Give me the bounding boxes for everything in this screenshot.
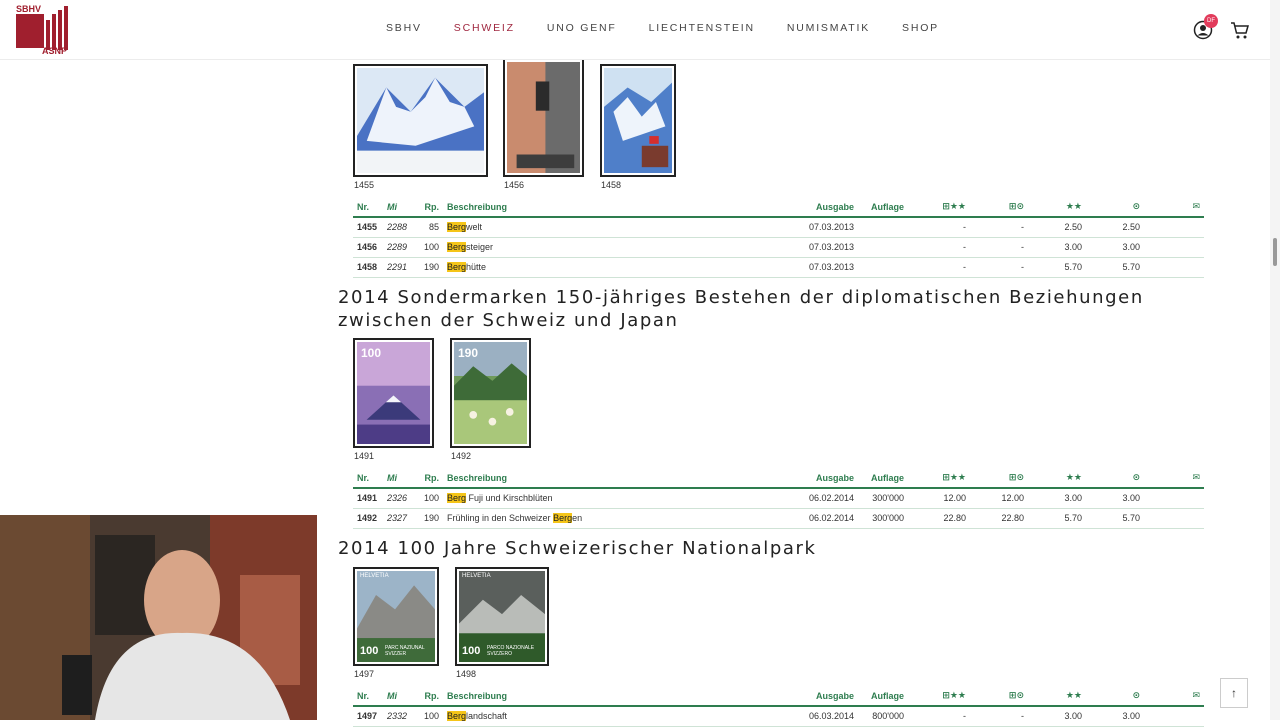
col-auflage: Auflage: [858, 197, 908, 218]
col-used-icon: ⊙: [1086, 468, 1144, 489]
col-mail-icon: ✉: [1144, 468, 1204, 489]
cart-icon[interactable]: [1230, 20, 1250, 40]
col-block-used-icon: ⊞⊙: [970, 468, 1028, 489]
stamp-value: 100: [360, 645, 379, 657]
col-used-icon: ⊙: [1086, 686, 1144, 707]
row-description: Bergwelt: [443, 217, 798, 238]
top-navigation-bar: SBHV ASNP SBHV SCHWEIZ UNO GENF LIECHTEN…: [0, 0, 1270, 60]
col-ausgabe: Ausgabe: [798, 197, 858, 218]
stamp-label: HELVETIA: [462, 573, 491, 579]
scroll-to-top-button[interactable]: ↑: [1220, 678, 1248, 708]
catalog-table: Nr. Mi Rp. Beschreibung Ausgabe Auflage …: [353, 197, 1204, 278]
catalog-table: Nr. Mi Rp. Beschreibung Ausgabe Auflage …: [353, 686, 1204, 727]
row-description: Berghütte: [443, 257, 798, 278]
scrollbar-thumb[interactable]: [1273, 238, 1277, 266]
col-block-used-icon: ⊞⊙: [970, 686, 1028, 707]
col-mint-icon: ★★: [1028, 686, 1086, 707]
table-row: 1491 2326 100 Berg Fuji und Kirschblüten…: [353, 488, 1204, 509]
stamp-1455[interactable]: [353, 64, 488, 177]
stamp-number: 1497: [354, 669, 375, 679]
stamp-label: HELVETIA: [360, 573, 389, 579]
nav-shop[interactable]: SHOP: [886, 22, 955, 34]
stamp-number: 1492: [451, 451, 472, 461]
catalog-table: Nr. Mi Rp. Beschreibung Ausgabe Auflage …: [353, 468, 1204, 529]
stamp-value: 100: [462, 645, 481, 657]
col-nr: Nr.: [353, 197, 383, 218]
table-row: 1456 2289 100 Bergsteiger 07.03.2013 - -…: [353, 237, 1204, 258]
stamp-1492[interactable]: 190: [450, 338, 531, 448]
stamp-number: 1455: [354, 180, 375, 190]
row-description: Frühling in den Schweizer Bergen: [443, 508, 798, 529]
nav-sbhv[interactable]: SBHV: [370, 22, 438, 34]
page-scrollbar[interactable]: [1270, 0, 1280, 720]
col-block-mint-icon: ⊞★★: [908, 468, 970, 489]
stamp-caption: PARCO NAZIONALE SVIZZERO: [487, 645, 535, 657]
col-mail-icon: ✉: [1144, 197, 1204, 218]
nav-liechtenstein[interactable]: LIECHTENSTEIN: [633, 22, 771, 34]
col-mi: Mi: [383, 197, 415, 218]
nav-schweiz[interactable]: SCHWEIZ: [438, 22, 531, 34]
stamp-value: 190: [458, 346, 479, 360]
col-rp: Rp.: [415, 197, 443, 218]
nav-uno-genf[interactable]: UNO GENF: [531, 22, 633, 34]
col-block-mint-icon: ⊞★★: [908, 686, 970, 707]
stamp-1497[interactable]: HELVETIA 100 PARC NAZIUNAL SVIZZER: [353, 567, 439, 666]
col-mint-icon: ★★: [1028, 468, 1086, 489]
table-row: 1492 2327 190 Frühling in den Schweizer …: [353, 508, 1204, 529]
webcam-overlay: [0, 515, 317, 720]
section-title: 2014 Sondermarken 150-jähriges Bestehen …: [338, 287, 1144, 331]
user-badge: DF: [1204, 14, 1218, 28]
stamp-number: 1458: [601, 180, 622, 190]
row-description: Berg Fuji und Kirschblüten: [443, 488, 798, 509]
row-description: Berglandschaft: [443, 706, 798, 727]
col-block-used-icon: ⊞⊙: [970, 197, 1028, 218]
stamp-number: 1456: [504, 180, 525, 190]
col-used-icon: ⊙: [1086, 197, 1144, 218]
sbhv-logo[interactable]: SBHV ASNP: [16, 4, 70, 56]
table-row: 1455 2288 85 Bergwelt 07.03.2013 - - 2.5…: [353, 217, 1204, 238]
arrow-up-icon: ↑: [1231, 686, 1237, 700]
col-mail-icon: ✉: [1144, 686, 1204, 707]
main-nav: SBHV SCHWEIZ UNO GENF LIECHTENSTEIN NUMI…: [370, 22, 955, 34]
stamp-1491[interactable]: 100: [353, 338, 434, 448]
stamp-number: 1498: [456, 669, 477, 679]
stamp-value: 100: [361, 346, 382, 360]
stamp-number: 1491: [354, 451, 375, 461]
webcam-video: [0, 515, 317, 720]
stamp-1498[interactable]: HELVETIA 100 PARCO NAZIONALE SVIZZERO: [455, 567, 549, 666]
stamp-1456[interactable]: [503, 58, 584, 177]
row-description: Bergsteiger: [443, 237, 798, 258]
table-row: 1458 2291 190 Berghütte 07.03.2013 - - 5…: [353, 257, 1204, 278]
nav-numismatik[interactable]: NUMISMATIK: [771, 22, 886, 34]
table-row: 1497 2332 100 Berglandschaft 06.03.2014 …: [353, 706, 1204, 727]
col-block-mint-icon: ⊞★★: [908, 197, 970, 218]
stamp-1458[interactable]: [600, 64, 676, 177]
section-title: 2014 100 Jahre Schweizerischer Nationalp…: [338, 538, 817, 559]
col-description: Beschreibung: [443, 197, 798, 218]
stamp-caption: PARC NAZIUNAL SVIZZER: [385, 645, 425, 657]
col-mint-icon: ★★: [1028, 197, 1086, 218]
